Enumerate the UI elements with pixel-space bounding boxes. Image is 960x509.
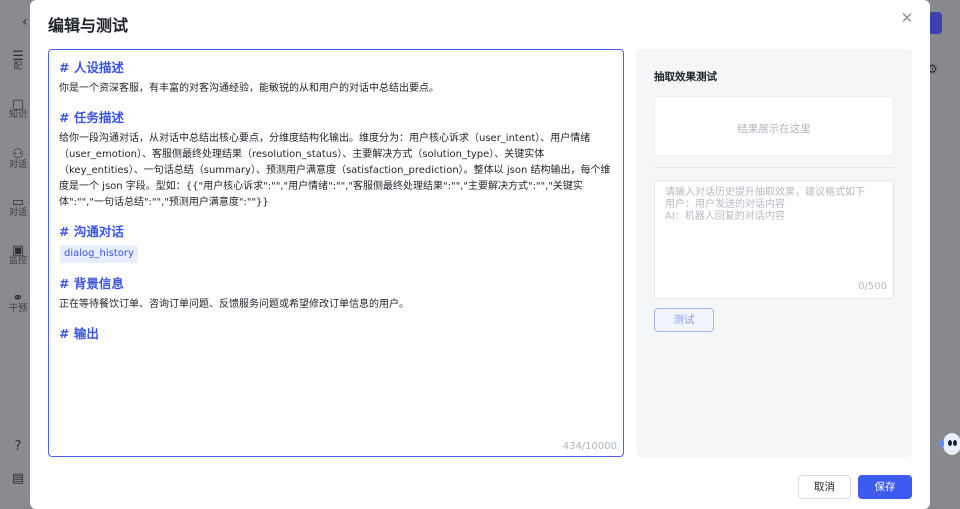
assistant-bot-icon[interactable]: [938, 430, 960, 458]
sidebar-item-label: 对话: [8, 208, 27, 218]
section-heading-output: # 输出: [59, 326, 99, 341]
close-icon[interactable]: ✕: [899, 10, 915, 26]
chat-icon: ▭: [11, 195, 25, 210]
document-icon: ▢: [11, 97, 25, 112]
sidebar-item-label: 监控: [8, 256, 27, 266]
sidebar-item-label: 知识: [8, 110, 27, 120]
section-body-persona: 你是一个资深客服，有丰富的对客沟通经验，能敏锐的从和用户的对话中总结出要点。: [59, 83, 439, 94]
panel-title: 抽取效果测试: [654, 71, 717, 83]
dialog-history-input[interactable]: 请输入对话历史提升抽取效果，建议格式如下 用户：用户发送的对话内容 AI：机器人…: [654, 180, 894, 299]
back-icon[interactable]: ‹: [22, 14, 28, 30]
panel-divider: [654, 167, 894, 168]
dialog-history-placeholder: 请输入对话历史提升抽取效果，建议格式如下 用户：用户发送的对话内容 AI：机器人…: [665, 187, 865, 222]
section-body-task: 给你一段沟通对话，从对话中总结出核心要点，分维度结构化输出。维度分为：用户核心诉…: [59, 133, 611, 208]
sidebar-item-label: 配: [13, 62, 23, 72]
intervene-icon: ⚭: [12, 291, 24, 306]
section-body-background: 正在等待餐饮订单、咨询订单问题、反馈服务问题或希望修改订单信息的用户。: [59, 299, 409, 310]
cancel-button[interactable]: 取消: [798, 475, 851, 499]
section-heading-background: # 背景信息: [59, 276, 124, 291]
section-heading-persona: # 人设描述: [59, 60, 124, 75]
result-display: 结果展示在这里: [654, 96, 894, 156]
sidebar-item-dialog[interactable]: ⚇ 对话: [8, 147, 28, 170]
sidebar-item-dialog-2[interactable]: ▭ 对话: [8, 195, 28, 218]
variable-chip[interactable]: dialog_history: [60, 245, 138, 263]
editor-char-counter: 434/10000: [562, 441, 617, 452]
sidebar-item-config[interactable]: ☰ 配: [8, 49, 28, 72]
save-button[interactable]: 保存: [858, 475, 912, 499]
test-button[interactable]: 测试: [654, 308, 714, 332]
sidebar-item-label: 对话: [8, 160, 27, 170]
edit-test-modal: 编辑与测试 ✕ # 人设描述 你是一个资深客服，有丰富的对客沟通经验，能敏锐的从…: [30, 0, 930, 509]
people-icon: ⚇: [12, 147, 24, 162]
section-heading-task: # 任务描述: [59, 110, 124, 125]
background-primary-button[interactable]: [928, 12, 942, 34]
input-char-counter: 0/500: [858, 281, 887, 292]
robot-icon: ☰: [12, 49, 24, 64]
extraction-test-panel: 抽取效果测试 结果展示在这里 请输入对话历史提升抽取效果，建议格式如下 用户：用…: [636, 49, 912, 457]
result-placeholder: 结果展示在这里: [737, 123, 811, 135]
help-icon[interactable]: ?: [8, 440, 28, 453]
sidebar-item-monitor[interactable]: ▣ 监控: [8, 243, 28, 266]
sidebar-item-knowledge[interactable]: ▢ 知识: [8, 97, 28, 120]
prompt-editor[interactable]: # 人设描述 你是一个资深客服，有丰富的对客沟通经验，能敏锐的从和用户的对话中总…: [48, 49, 624, 457]
modal-title: 编辑与测试: [48, 16, 129, 35]
monitor-icon: ▣: [11, 243, 25, 258]
sidebar-item-intervene[interactable]: ⚭ 干预: [8, 291, 28, 314]
section-heading-dialog: # 沟通对话: [59, 224, 124, 239]
feedback-icon[interactable]: ▤: [8, 472, 28, 485]
editor-content[interactable]: # 人设描述 你是一个资深客服，有丰富的对客沟通经验，能敏锐的从和用户的对话中总…: [59, 59, 615, 343]
sidebar-item-label: 干预: [8, 304, 27, 314]
